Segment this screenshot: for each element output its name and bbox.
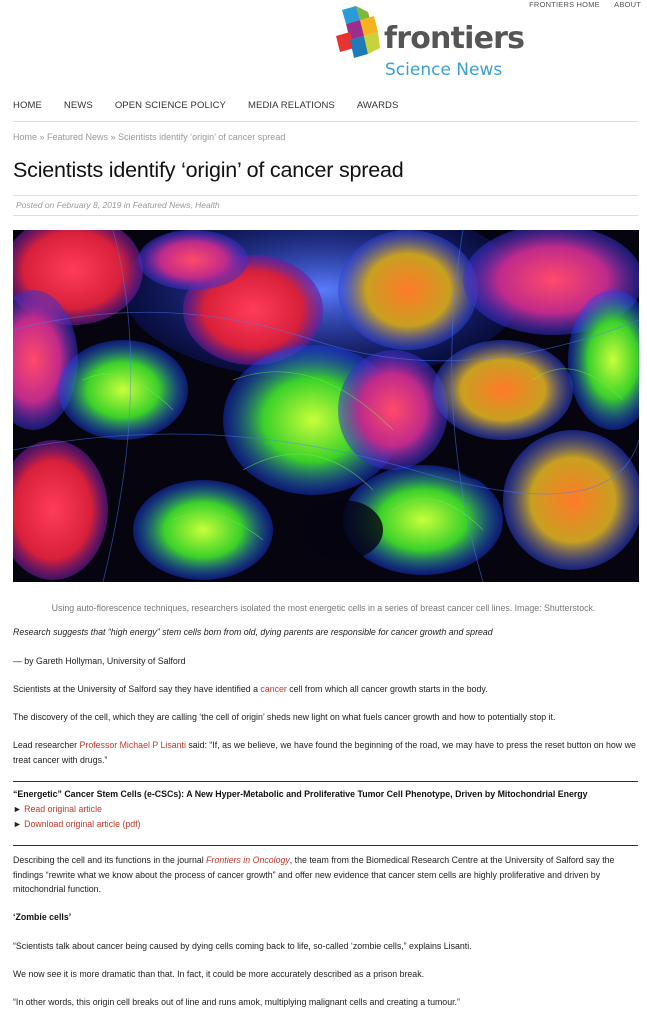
meta-divider bbox=[13, 215, 638, 216]
paragraph-4-text: Describing the cell and its functions in… bbox=[13, 855, 207, 865]
cancer-link[interactable]: cancer bbox=[260, 684, 286, 694]
paragraph-1: Scientists at the University of Salford … bbox=[13, 682, 638, 697]
cancer-cells-micrograph bbox=[13, 230, 639, 582]
paragraph-5: “Scientists talk about cancer being caus… bbox=[13, 941, 472, 951]
frontiers-in-oncology-link[interactable]: Frontiers in Oncology bbox=[206, 855, 290, 865]
post-meta: Posted on February 8, 2019 in Featured N… bbox=[16, 200, 220, 210]
paragraph-1-text: cell from which all cancer growth starts… bbox=[286, 684, 488, 694]
read-original-article-link[interactable]: Read original article bbox=[24, 804, 102, 814]
article-lead: Research suggests that “high energy” ste… bbox=[13, 627, 493, 637]
meta-in-label: in bbox=[121, 200, 133, 210]
page-title: Scientists identify ‘origin’ of cancer s… bbox=[13, 158, 404, 182]
breadcrumb-separator: » bbox=[37, 132, 48, 142]
download-original-item: ► Download original article (pdf) bbox=[13, 819, 141, 829]
arrow-right-icon: ► bbox=[13, 804, 22, 814]
category-link-featured-news[interactable]: Featured News bbox=[133, 200, 191, 210]
nav-divider bbox=[13, 121, 638, 122]
paragraph-1-text: Scientists at the University of Salford … bbox=[13, 684, 261, 694]
paragraph-2: The discovery of the cell, which they ar… bbox=[13, 712, 556, 722]
nav-item-media-relations[interactable]: MEDIA RELATIONS bbox=[248, 100, 335, 111]
nav-item-open-science-policy[interactable]: OPEN SCIENCE POLICY bbox=[115, 100, 226, 111]
paragraph-4: Describing the cell and its functions in… bbox=[13, 853, 638, 897]
breadcrumb-section[interactable]: Featured News bbox=[47, 132, 108, 142]
breadcrumb: Home » Featured News » Scientists identi… bbox=[13, 132, 285, 142]
paragraph-3: Lead researcher Professor Michael P Lisa… bbox=[13, 738, 638, 767]
article-hero-image bbox=[13, 230, 639, 582]
post-date-link[interactable]: February 8, 2019 bbox=[57, 200, 122, 210]
arrow-right-icon: ► bbox=[13, 819, 22, 829]
nav-item-home[interactable]: HOME bbox=[13, 100, 42, 111]
breadcrumb-current: Scientists identify ‘origin’ of cancer s… bbox=[118, 132, 286, 142]
breadcrumb-home[interactable]: Home bbox=[13, 132, 37, 142]
main-nav: HOME NEWS OPEN SCIENCE POLICY MEDIA RELA… bbox=[13, 100, 420, 111]
original-article-box-bottom-rule bbox=[13, 845, 638, 846]
image-caption: Using auto-florescence techniques, resea… bbox=[51, 603, 596, 613]
read-original-item: ► Read original article bbox=[13, 804, 102, 814]
top-utility-bar: FRONTIERS HOME ABOUT bbox=[517, 0, 641, 9]
original-article-title: “Energetic” Cancer Stem Cells (e-CSCs): … bbox=[13, 789, 588, 799]
original-article-box-top-rule bbox=[13, 781, 638, 782]
frontiers-home-link[interactable]: FRONTIERS HOME bbox=[529, 0, 600, 9]
paragraph-6: We now see it is more dramatic than that… bbox=[13, 969, 425, 979]
download-pdf-link[interactable]: Download original article (pdf) bbox=[24, 819, 140, 829]
meta-posted-label: Posted on bbox=[16, 200, 57, 210]
logo-subtitle: Science News bbox=[385, 60, 503, 80]
category-link-health[interactable]: Health bbox=[195, 200, 220, 210]
paragraph-3-text: Lead researcher bbox=[13, 740, 80, 750]
logo-wordmark: frontiers bbox=[384, 21, 525, 56]
frontiers-cube-icon bbox=[336, 6, 380, 58]
paragraph-7: “In other words, this origin cell breaks… bbox=[13, 997, 460, 1007]
title-divider bbox=[13, 195, 638, 196]
breadcrumb-separator: » bbox=[108, 132, 119, 142]
lisanti-link[interactable]: Professor Michael P Lisanti bbox=[80, 740, 186, 750]
nav-item-news[interactable]: NEWS bbox=[64, 100, 93, 111]
article-byline: — by Gareth Hollyman, University of Salf… bbox=[13, 656, 186, 666]
about-link[interactable]: ABOUT bbox=[614, 0, 641, 9]
frontiers-logo[interactable]: frontiers Science News bbox=[334, 6, 534, 80]
section-subheading: ‘Zombie cells’ bbox=[13, 912, 72, 922]
nav-item-awards[interactable]: AWARDS bbox=[357, 100, 399, 111]
